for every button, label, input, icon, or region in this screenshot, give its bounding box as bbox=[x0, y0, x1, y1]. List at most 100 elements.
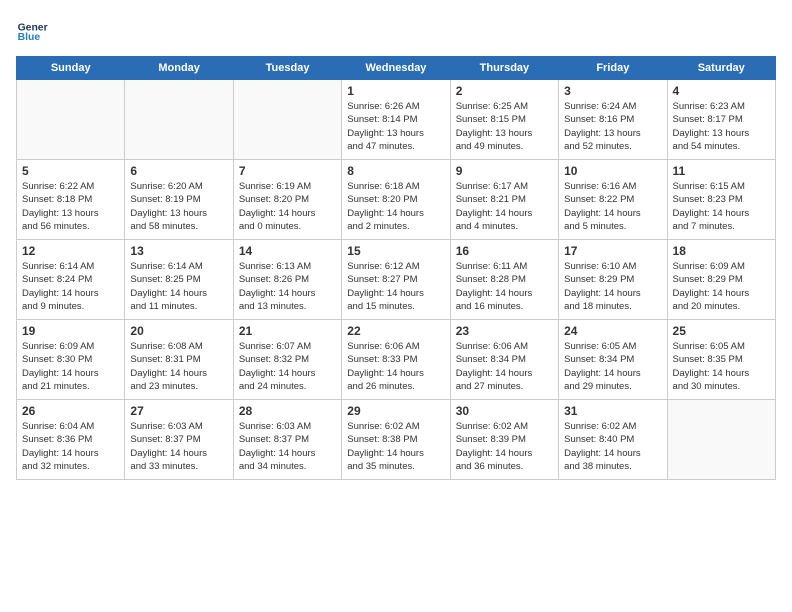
calendar-header-sunday: Sunday bbox=[17, 57, 125, 80]
table-row bbox=[125, 80, 233, 160]
day-number: 6 bbox=[130, 164, 227, 178]
table-row: 10 Sunrise: 6:16 AMSunset: 8:22 PMDayligh… bbox=[559, 160, 667, 240]
day-info: Sunrise: 6:25 AMSunset: 8:15 PMDaylight:… bbox=[456, 100, 553, 153]
calendar-header-tuesday: Tuesday bbox=[233, 57, 341, 80]
calendar-week-3: 12Sunrise: 6:14 AMSunset: 8:24 PMDayligh… bbox=[17, 240, 776, 320]
table-row: 14Sunrise: 6:13 AMSunset: 8:26 PMDayligh… bbox=[233, 240, 341, 320]
table-row: 22 Sunrise: 6:06 AMSunset: 8:33 PMDayligh… bbox=[342, 320, 450, 400]
day-info: Sunrise: 6:08 AMSunset: 8:31 PMDaylight:… bbox=[130, 340, 227, 393]
day-info: Sunrise: 6:15 AMSunset: 8:23 PMDaylight:… bbox=[673, 180, 770, 233]
day-info: Sunrise: 6:03 AMSunset: 8:37 PMDaylight:… bbox=[239, 420, 336, 473]
day-number: 22 bbox=[347, 324, 444, 338]
table-row: 30 Sunrise: 6:02 AMSunset: 8:39 PMDayligh… bbox=[450, 400, 558, 480]
day-info: Sunrise: 6:24 AMSunset: 8:16 PMDaylight:… bbox=[564, 100, 661, 153]
calendar-header-row: SundayMondayTuesdayWednesdayThursdayFrid… bbox=[17, 57, 776, 80]
day-info: Sunrise: 6:10 AMSunset: 8:29 PMDaylight:… bbox=[564, 260, 661, 313]
table-row: 6 Sunrise: 6:20 AMSunset: 8:19 PMDaylight… bbox=[125, 160, 233, 240]
day-info: Sunrise: 6:13 AMSunset: 8:26 PMDaylight:… bbox=[239, 260, 336, 313]
table-row: 15 Sunrise: 6:12 AMSunset: 8:27 PMDayligh… bbox=[342, 240, 450, 320]
table-row: 29 Sunrise: 6:02 AMSunset: 8:38 PMDayligh… bbox=[342, 400, 450, 480]
day-number: 11 bbox=[673, 164, 770, 178]
day-number: 12 bbox=[22, 244, 119, 258]
calendar-week-1: 1Sunrise: 6:26 AMSunset: 8:14 PMDaylight… bbox=[17, 80, 776, 160]
day-info: Sunrise: 6:05 AMSunset: 8:35 PMDaylight:… bbox=[673, 340, 770, 393]
table-row: 24 Sunrise: 6:05 AMSunset: 8:34 PMDayligh… bbox=[559, 320, 667, 400]
day-number: 15 bbox=[347, 244, 444, 258]
table-row: 12Sunrise: 6:14 AMSunset: 8:24 PMDayligh… bbox=[17, 240, 125, 320]
day-info: Sunrise: 6:03 AMSunset: 8:37 PMDaylight:… bbox=[130, 420, 227, 473]
calendar-header-monday: Monday bbox=[125, 57, 233, 80]
day-info: Sunrise: 6:04 AMSunset: 8:36 PMDaylight:… bbox=[22, 420, 119, 473]
day-info: Sunrise: 6:23 AMSunset: 8:17 PMDaylight:… bbox=[673, 100, 770, 153]
table-row: 1Sunrise: 6:26 AMSunset: 8:14 PMDaylight… bbox=[342, 80, 450, 160]
day-info: Sunrise: 6:02 AMSunset: 8:40 PMDaylight:… bbox=[564, 420, 661, 473]
table-row: 4Sunrise: 6:23 AMSunset: 8:17 PMDaylight… bbox=[667, 80, 775, 160]
table-row: 16 Sunrise: 6:11 AMSunset: 8:28 PMDayligh… bbox=[450, 240, 558, 320]
day-info: Sunrise: 6:07 AMSunset: 8:32 PMDaylight:… bbox=[239, 340, 336, 393]
table-row: 21 Sunrise: 6:07 AMSunset: 8:32 PMDayligh… bbox=[233, 320, 341, 400]
day-info: Sunrise: 6:14 AMSunset: 8:25 PMDaylight:… bbox=[130, 260, 227, 313]
day-info: Sunrise: 6:09 AMSunset: 8:30 PMDaylight:… bbox=[22, 340, 119, 393]
logo-icon: General Blue bbox=[16, 16, 48, 48]
table-row: 11 Sunrise: 6:15 AMSunset: 8:23 PMDayligh… bbox=[667, 160, 775, 240]
table-row: 27 Sunrise: 6:03 AMSunset: 8:37 PMDayligh… bbox=[125, 400, 233, 480]
table-row: 25Sunrise: 6:05 AMSunset: 8:35 PMDayligh… bbox=[667, 320, 775, 400]
day-info: Sunrise: 6:16 AMSunset: 8:22 PMDaylight:… bbox=[564, 180, 661, 233]
table-row: 13Sunrise: 6:14 AMSunset: 8:25 PMDayligh… bbox=[125, 240, 233, 320]
calendar-header-wednesday: Wednesday bbox=[342, 57, 450, 80]
calendar-week-4: 19 Sunrise: 6:09 AMSunset: 8:30 PMDayligh… bbox=[17, 320, 776, 400]
day-number: 28 bbox=[239, 404, 336, 418]
calendar-week-2: 5Sunrise: 6:22 AMSunset: 8:18 PMDaylight… bbox=[17, 160, 776, 240]
day-info: Sunrise: 6:11 AMSunset: 8:28 PMDaylight:… bbox=[456, 260, 553, 313]
table-row: 8 Sunrise: 6:18 AMSunset: 8:20 PMDaylight… bbox=[342, 160, 450, 240]
day-number: 5 bbox=[22, 164, 119, 178]
day-number: 1 bbox=[347, 84, 444, 98]
day-number: 27 bbox=[130, 404, 227, 418]
calendar-header-saturday: Saturday bbox=[667, 57, 775, 80]
calendar-table: SundayMondayTuesdayWednesdayThursdayFrid… bbox=[16, 56, 776, 480]
table-row: 17Sunrise: 6:10 AMSunset: 8:29 PMDayligh… bbox=[559, 240, 667, 320]
day-info: Sunrise: 6:02 AMSunset: 8:38 PMDaylight:… bbox=[347, 420, 444, 473]
day-info: Sunrise: 6:02 AMSunset: 8:39 PMDaylight:… bbox=[456, 420, 553, 473]
table-row: 19 Sunrise: 6:09 AMSunset: 8:30 PMDayligh… bbox=[17, 320, 125, 400]
day-number: 20 bbox=[130, 324, 227, 338]
table-row: 18 Sunrise: 6:09 AMSunset: 8:29 PMDayligh… bbox=[667, 240, 775, 320]
day-info: Sunrise: 6:06 AMSunset: 8:34 PMDaylight:… bbox=[456, 340, 553, 393]
day-number: 21 bbox=[239, 324, 336, 338]
day-info: Sunrise: 6:05 AMSunset: 8:34 PMDaylight:… bbox=[564, 340, 661, 393]
day-number: 29 bbox=[347, 404, 444, 418]
day-number: 19 bbox=[22, 324, 119, 338]
page-header: General Blue bbox=[16, 16, 776, 48]
day-number: 9 bbox=[456, 164, 553, 178]
day-info: Sunrise: 6:09 AMSunset: 8:29 PMDaylight:… bbox=[673, 260, 770, 313]
day-number: 7 bbox=[239, 164, 336, 178]
day-number: 18 bbox=[673, 244, 770, 258]
day-info: Sunrise: 6:19 AMSunset: 8:20 PMDaylight:… bbox=[239, 180, 336, 233]
day-number: 10 bbox=[564, 164, 661, 178]
table-row: 20 Sunrise: 6:08 AMSunset: 8:31 PMDayligh… bbox=[125, 320, 233, 400]
day-number: 23 bbox=[456, 324, 553, 338]
calendar-header-thursday: Thursday bbox=[450, 57, 558, 80]
day-number: 8 bbox=[347, 164, 444, 178]
day-number: 30 bbox=[456, 404, 553, 418]
table-row: 26Sunrise: 6:04 AMSunset: 8:36 PMDayligh… bbox=[17, 400, 125, 480]
table-row: 5Sunrise: 6:22 AMSunset: 8:18 PMDaylight… bbox=[17, 160, 125, 240]
day-number: 16 bbox=[456, 244, 553, 258]
day-number: 24 bbox=[564, 324, 661, 338]
day-info: Sunrise: 6:12 AMSunset: 8:27 PMDaylight:… bbox=[347, 260, 444, 313]
day-number: 3 bbox=[564, 84, 661, 98]
table-row: 7 Sunrise: 6:19 AMSunset: 8:20 PMDaylight… bbox=[233, 160, 341, 240]
calendar-week-5: 26Sunrise: 6:04 AMSunset: 8:36 PMDayligh… bbox=[17, 400, 776, 480]
table-row: 23 Sunrise: 6:06 AMSunset: 8:34 PMDayligh… bbox=[450, 320, 558, 400]
logo: General Blue bbox=[16, 16, 52, 48]
day-info: Sunrise: 6:06 AMSunset: 8:33 PMDaylight:… bbox=[347, 340, 444, 393]
day-info: Sunrise: 6:18 AMSunset: 8:20 PMDaylight:… bbox=[347, 180, 444, 233]
svg-text:Blue: Blue bbox=[18, 32, 41, 43]
table-row: 28 Sunrise: 6:03 AMSunset: 8:37 PMDayligh… bbox=[233, 400, 341, 480]
table-row bbox=[233, 80, 341, 160]
table-row: 2Sunrise: 6:25 AMSunset: 8:15 PMDaylight… bbox=[450, 80, 558, 160]
table-row: 31 Sunrise: 6:02 AMSunset: 8:40 PMDayligh… bbox=[559, 400, 667, 480]
day-number: 31 bbox=[564, 404, 661, 418]
table-row bbox=[17, 80, 125, 160]
day-info: Sunrise: 6:20 AMSunset: 8:19 PMDaylight:… bbox=[130, 180, 227, 233]
